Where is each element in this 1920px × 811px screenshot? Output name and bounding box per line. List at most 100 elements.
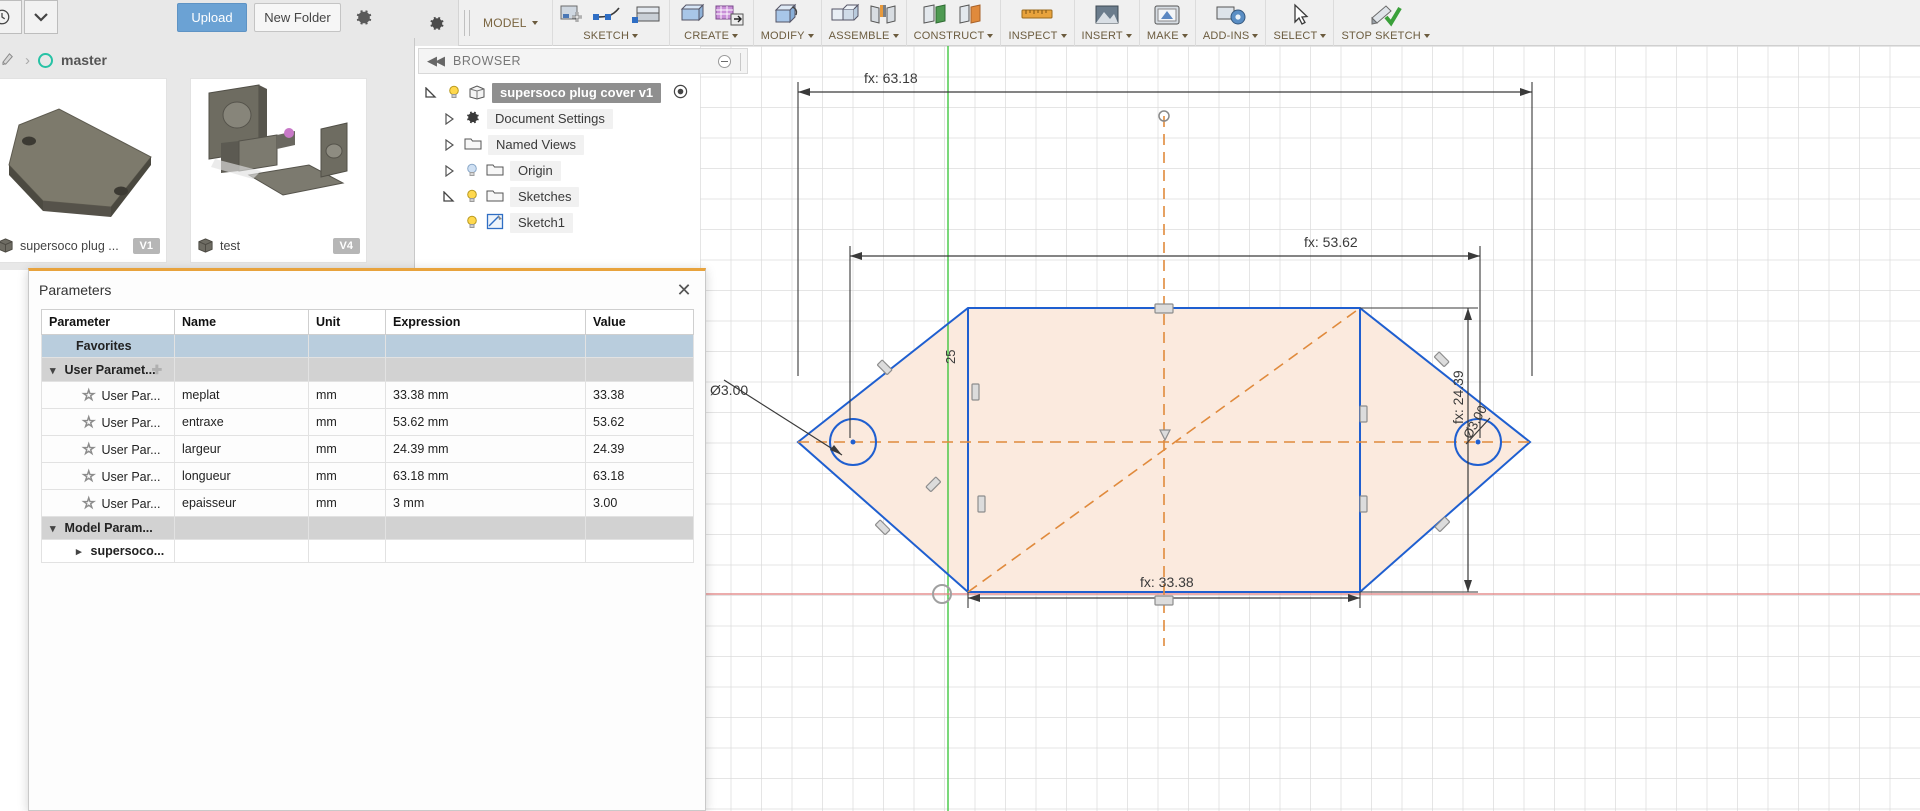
insert-mesh-icon[interactable] bbox=[1093, 3, 1121, 27]
ribbon-group-stop-sketch[interactable]: STOP SKETCH bbox=[1334, 0, 1436, 46]
target-icon[interactable] bbox=[673, 84, 688, 102]
row-unit-cell[interactable]: mm bbox=[308, 489, 386, 517]
tree-row-sketches[interactable]: Sketches bbox=[418, 184, 748, 210]
close-icon[interactable]: ✕ bbox=[673, 279, 695, 301]
browser-titlebar[interactable]: ◀◀ BROWSER bbox=[418, 48, 748, 74]
dimension-entraxe[interactable]: fx: 53.62 bbox=[1304, 234, 1358, 250]
star-icon[interactable]: ☆ bbox=[81, 468, 95, 486]
row-name-cell[interactable]: longueur bbox=[174, 462, 309, 490]
row-expression-cell[interactable]: 53.62 mm bbox=[385, 408, 586, 436]
column-header-name[interactable]: Name bbox=[174, 309, 309, 335]
data-panel-item-1[interactable]: supersoco plug ... V1 bbox=[0, 78, 167, 263]
column-header-unit[interactable]: Unit bbox=[308, 309, 386, 335]
tree-row-named-views[interactable]: Named Views bbox=[418, 132, 748, 158]
column-header-parameter[interactable]: Parameter bbox=[41, 309, 175, 335]
chevron-down-icon[interactable]: ▾ bbox=[50, 364, 56, 377]
extrude-icon[interactable] bbox=[677, 3, 707, 27]
expand-arrow-icon[interactable] bbox=[440, 139, 458, 151]
expand-triangle-icon[interactable] bbox=[422, 87, 440, 99]
breadcrumb-label[interactable]: master bbox=[61, 52, 107, 68]
sketch-canvas[interactable]: fx: 63.18 fx: 53.62 fx: 33.38 fx: 24.39 … bbox=[700, 46, 1920, 811]
ribbon-group-insert[interactable]: INSERT bbox=[1075, 0, 1140, 46]
group-row-model-parameters[interactable]: ▾ Model Param... bbox=[41, 516, 694, 540]
row-unit-cell[interactable]: mm bbox=[308, 462, 386, 490]
measure-icon[interactable] bbox=[1020, 3, 1054, 27]
new-folder-button[interactable]: New Folder bbox=[254, 3, 341, 32]
group-row-component[interactable]: ▸ supersoco... bbox=[41, 539, 694, 563]
dimension-largeur[interactable]: fx: 24.39 bbox=[1450, 370, 1466, 424]
expand-arrow-icon[interactable] bbox=[440, 165, 458, 177]
dimension-angle-25[interactable]: 25 bbox=[943, 350, 958, 364]
ribbon-group-create[interactable]: CREATE bbox=[670, 0, 754, 46]
ribbon-group-addins[interactable]: ADD-INS bbox=[1196, 0, 1267, 46]
rectangle-icon[interactable] bbox=[631, 4, 662, 26]
row-name-cell[interactable]: epaisseur bbox=[174, 489, 309, 517]
workspace-selector[interactable]: MODEL bbox=[475, 0, 553, 46]
dimension-diameter-left[interactable]: Ø3.00 bbox=[710, 382, 748, 398]
star-icon[interactable]: ☆ bbox=[81, 441, 95, 459]
expand-triangle-icon[interactable] bbox=[440, 191, 458, 203]
3d-print-icon[interactable] bbox=[1153, 3, 1181, 27]
table-row[interactable]: ☆ User Par... epaisseur mm 3 mm 3.00 bbox=[41, 489, 694, 517]
upload-button[interactable]: Upload bbox=[177, 3, 247, 32]
ribbon-group-inspect[interactable]: INSPECT bbox=[1001, 0, 1075, 46]
column-header-expression[interactable]: Expression bbox=[385, 309, 586, 335]
tree-row-document-settings[interactable]: Document Settings bbox=[418, 106, 748, 132]
pattern-icon[interactable] bbox=[714, 3, 746, 27]
dimension-longueur[interactable]: fx: 63.18 bbox=[864, 70, 918, 86]
chevron-down-icon[interactable] bbox=[24, 0, 58, 34]
ribbon-group-construct[interactable]: CONSTRUCT bbox=[907, 0, 1002, 46]
row-unit-cell[interactable]: mm bbox=[308, 435, 386, 463]
star-icon[interactable]: ☆ bbox=[81, 414, 95, 432]
dimension-meplat[interactable]: fx: 33.38 bbox=[1140, 574, 1194, 590]
press-pull-icon[interactable] bbox=[772, 3, 802, 27]
chevron-right-icon[interactable]: ▸ bbox=[76, 545, 82, 558]
line-icon[interactable] bbox=[592, 4, 625, 26]
create-sketch-icon[interactable] bbox=[560, 3, 586, 27]
star-icon[interactable]: ☆ bbox=[81, 387, 95, 405]
collapse-left-icon[interactable]: ◀◀ bbox=[427, 53, 445, 69]
cursor-icon[interactable] bbox=[1288, 2, 1312, 27]
parameters-dialog-titlebar[interactable]: Parameters ✕ bbox=[29, 271, 705, 309]
chevron-down-icon[interactable]: ▾ bbox=[50, 522, 56, 535]
ribbon-group-select[interactable]: SELECT bbox=[1266, 0, 1335, 46]
table-row[interactable]: ☆ User Par... longueur mm 63.18 mm 63.18 bbox=[41, 462, 694, 490]
ribbon-group-modify[interactable]: MODIFY bbox=[754, 0, 822, 46]
ribbon-group-sketch[interactable]: SKETCH bbox=[553, 0, 670, 46]
ribbon-gear-button[interactable] bbox=[415, 0, 459, 46]
history-icon[interactable] bbox=[0, 0, 22, 34]
expand-arrow-icon[interactable] bbox=[440, 113, 458, 125]
tree-row-sketch1[interactable]: Sketch1 bbox=[418, 210, 748, 236]
row-unit-cell[interactable]: mm bbox=[308, 408, 386, 436]
joint-icon[interactable] bbox=[868, 3, 898, 27]
light-bulb-icon[interactable] bbox=[464, 188, 480, 207]
light-bulb-icon[interactable] bbox=[446, 84, 462, 103]
star-icon[interactable]: ☆ bbox=[81, 495, 95, 513]
data-panel-item-2[interactable]: test V4 bbox=[190, 78, 367, 263]
tree-row-origin[interactable]: Origin bbox=[418, 158, 748, 184]
browser-minus-icon[interactable] bbox=[718, 55, 731, 68]
plane-angle-icon[interactable] bbox=[958, 3, 986, 27]
table-row[interactable]: ☆ User Par... entraxe mm 53.62 mm 53.62 bbox=[41, 408, 694, 436]
add-icon[interactable]: ✚ bbox=[152, 363, 162, 377]
finish-sketch-icon[interactable] bbox=[1369, 3, 1403, 27]
row-expression-cell[interactable]: 33.38 mm bbox=[385, 381, 586, 409]
ribbon-group-make[interactable]: MAKE bbox=[1140, 0, 1196, 46]
light-bulb-icon[interactable] bbox=[464, 214, 480, 233]
light-bulb-icon[interactable] bbox=[464, 162, 480, 181]
addins-icon[interactable] bbox=[1215, 3, 1247, 27]
row-expression-cell[interactable]: 63.18 mm bbox=[385, 462, 586, 490]
row-expression-cell[interactable]: 24.39 mm bbox=[385, 435, 586, 463]
data-panel-settings-button[interactable] bbox=[350, 4, 376, 30]
tree-row-root[interactable]: supersoco plug cover v1 bbox=[418, 80, 748, 106]
ribbon-group-assemble[interactable]: ASSEMBLE bbox=[822, 0, 907, 46]
group-row-favorites[interactable]: Favorites bbox=[41, 334, 694, 358]
version-dropdown[interactable] bbox=[0, 0, 58, 34]
offset-plane-icon[interactable] bbox=[921, 3, 951, 27]
row-expression-cell[interactable]: 3 mm bbox=[385, 489, 586, 517]
row-unit-cell[interactable]: mm bbox=[308, 381, 386, 409]
group-row-user-parameters[interactable]: ▾ User Paramet...✚ bbox=[41, 357, 694, 382]
project-icon[interactable] bbox=[0, 50, 17, 70]
table-row[interactable]: ☆ User Par... largeur mm 24.39 mm 24.39 bbox=[41, 435, 694, 463]
row-name-cell[interactable]: largeur bbox=[174, 435, 309, 463]
